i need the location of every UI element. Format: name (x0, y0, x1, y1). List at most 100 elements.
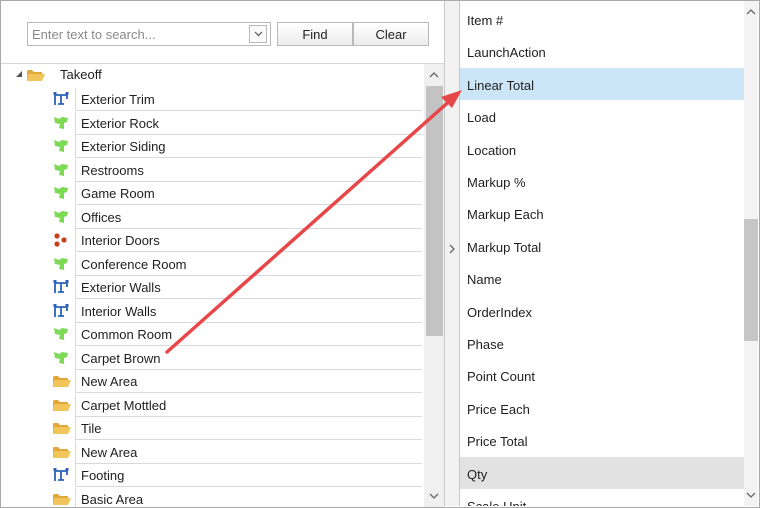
tree-item[interactable]: Offices (1, 205, 426, 229)
tree-item-label: Tile (81, 421, 102, 436)
linear-icon (52, 91, 70, 107)
tree-item[interactable]: Carpet Brown (1, 346, 426, 370)
scroll-down-icon[interactable] (429, 491, 439, 501)
tree-item[interactable]: Restrooms (1, 158, 426, 182)
property-item[interactable]: Markup Each (460, 197, 744, 229)
property-item-label: Markup Each (467, 207, 544, 223)
scrollbar-thumb[interactable] (744, 219, 758, 341)
area-icon (52, 209, 70, 225)
property-item-label: Load (467, 110, 496, 126)
search-combobox[interactable]: Enter text to search... (27, 22, 271, 46)
scroll-up-icon[interactable] (429, 70, 439, 80)
tree-item-label: Basic Area (81, 491, 144, 507)
tree-scrollbar[interactable] (424, 64, 444, 507)
expand-triangle-icon[interactable] (15, 70, 23, 78)
linear-icon (52, 303, 70, 319)
property-item-label: Markup Total (467, 239, 542, 255)
area-icon (52, 350, 70, 366)
count-icon (52, 232, 70, 248)
property-item[interactable]: Price Total (460, 424, 744, 456)
property-item-label: Name (467, 272, 502, 288)
property-item-label: Linear Total (467, 77, 534, 93)
tree-root-takeoff[interactable]: Takeoff (1, 64, 426, 86)
tree-item[interactable]: Exterior Walls (1, 276, 426, 299)
property-item-label: LaunchAction (467, 45, 546, 61)
property-item-label: Price Each (467, 401, 530, 417)
tree-item[interactable]: Carpet Mottled (1, 393, 426, 417)
property-item-label: Markup % (467, 175, 526, 190)
area-icon (52, 256, 70, 272)
tree-item-label: Footing (81, 468, 125, 483)
property-item[interactable]: Markup Total (460, 230, 744, 262)
panel-splitter[interactable] (444, 1, 460, 506)
property-item-label: Item # (467, 13, 504, 28)
tree-item[interactable]: Common Room (1, 323, 426, 346)
folder-icon (52, 420, 71, 436)
tree-item[interactable]: New Area (1, 370, 426, 393)
tree-root-label: Takeoff (60, 67, 102, 82)
tree-item-cell (75, 205, 422, 229)
property-item[interactable]: Linear Total (460, 67, 744, 100)
scroll-up-icon[interactable] (746, 7, 756, 17)
tree-item-label: Carpet Mottled (81, 397, 167, 413)
tree-item[interactable]: Game Room (1, 182, 426, 205)
scrollbar-thumb[interactable] (426, 86, 443, 336)
property-item-label: Point Count (467, 369, 535, 385)
tree-item[interactable]: Exterior Trim (1, 88, 426, 111)
area-icon (52, 115, 70, 131)
tree-item-label: Exterior Trim (81, 92, 155, 107)
chevron-right-icon[interactable] (448, 244, 456, 254)
property-item[interactable]: Load (460, 100, 744, 132)
property-item[interactable]: OrderIndex (460, 295, 744, 327)
search-input[interactable]: Enter text to search... (32, 27, 156, 42)
area-icon (52, 162, 70, 178)
tree-item-label: Restrooms (81, 162, 144, 178)
tree-item-cell (75, 417, 422, 440)
property-item-label: Scale Unit (467, 499, 526, 506)
property-item[interactable]: Markup % (460, 165, 744, 197)
tree-item-label: Exterior Rock (81, 115, 160, 131)
folder-icon (52, 491, 71, 507)
folder-icon (52, 397, 71, 413)
property-item[interactable]: Name (460, 262, 744, 294)
tree-item[interactable]: Interior Walls (1, 299, 426, 323)
area-icon (52, 138, 70, 154)
property-item[interactable]: Location (460, 133, 744, 165)
folder-icon (26, 67, 46, 86)
tree-item[interactable]: Conference Room (1, 252, 426, 276)
tree-item-label: Interior Walls (81, 303, 157, 319)
property-item-label: Price Total (467, 434, 528, 450)
property-item-label: Location (467, 142, 517, 158)
dropdown-button[interactable] (249, 25, 267, 43)
tree-item-label: Exterior Walls (81, 280, 161, 295)
tree-item[interactable]: Exterior Rock (1, 111, 426, 135)
property-item-label: Qty (467, 466, 488, 482)
tree-item[interactable]: Tile (1, 417, 426, 440)
tree-item-label: Interior Doors (81, 233, 160, 248)
property-item-label: Phase (467, 337, 504, 352)
tree-item-label: Conference Room (81, 256, 187, 272)
tree-item[interactable]: Footing (1, 464, 426, 487)
property-item[interactable]: Point Count (460, 359, 744, 391)
tree-item-label: New Area (81, 444, 138, 460)
folder-icon (52, 373, 71, 389)
property-item[interactable]: Price Each (460, 392, 744, 424)
tree-item[interactable]: Exterior Siding (1, 135, 426, 158)
property-item[interactable]: Qty (460, 456, 744, 489)
property-scrollbar[interactable] (744, 1, 758, 506)
property-item[interactable]: Item # (460, 3, 744, 35)
property-item[interactable]: Phase (460, 327, 744, 359)
property-item[interactable]: Scale Unit (460, 489, 744, 506)
folder-icon (52, 444, 71, 460)
find-button[interactable]: Find (277, 22, 353, 46)
clear-button[interactable]: Clear (353, 22, 429, 46)
tree-item[interactable]: New Area (1, 440, 426, 464)
tree-item-label: Common Room (81, 327, 173, 342)
tree-item[interactable]: Interior Doors (1, 229, 426, 252)
property-item[interactable]: LaunchAction (460, 35, 744, 67)
tree-item-label: Game Room (81, 186, 155, 201)
tree-item[interactable]: Basic Area (1, 487, 426, 507)
property-item-label: OrderIndex (467, 304, 533, 320)
scroll-down-icon[interactable] (746, 490, 756, 500)
linear-icon (52, 467, 70, 483)
